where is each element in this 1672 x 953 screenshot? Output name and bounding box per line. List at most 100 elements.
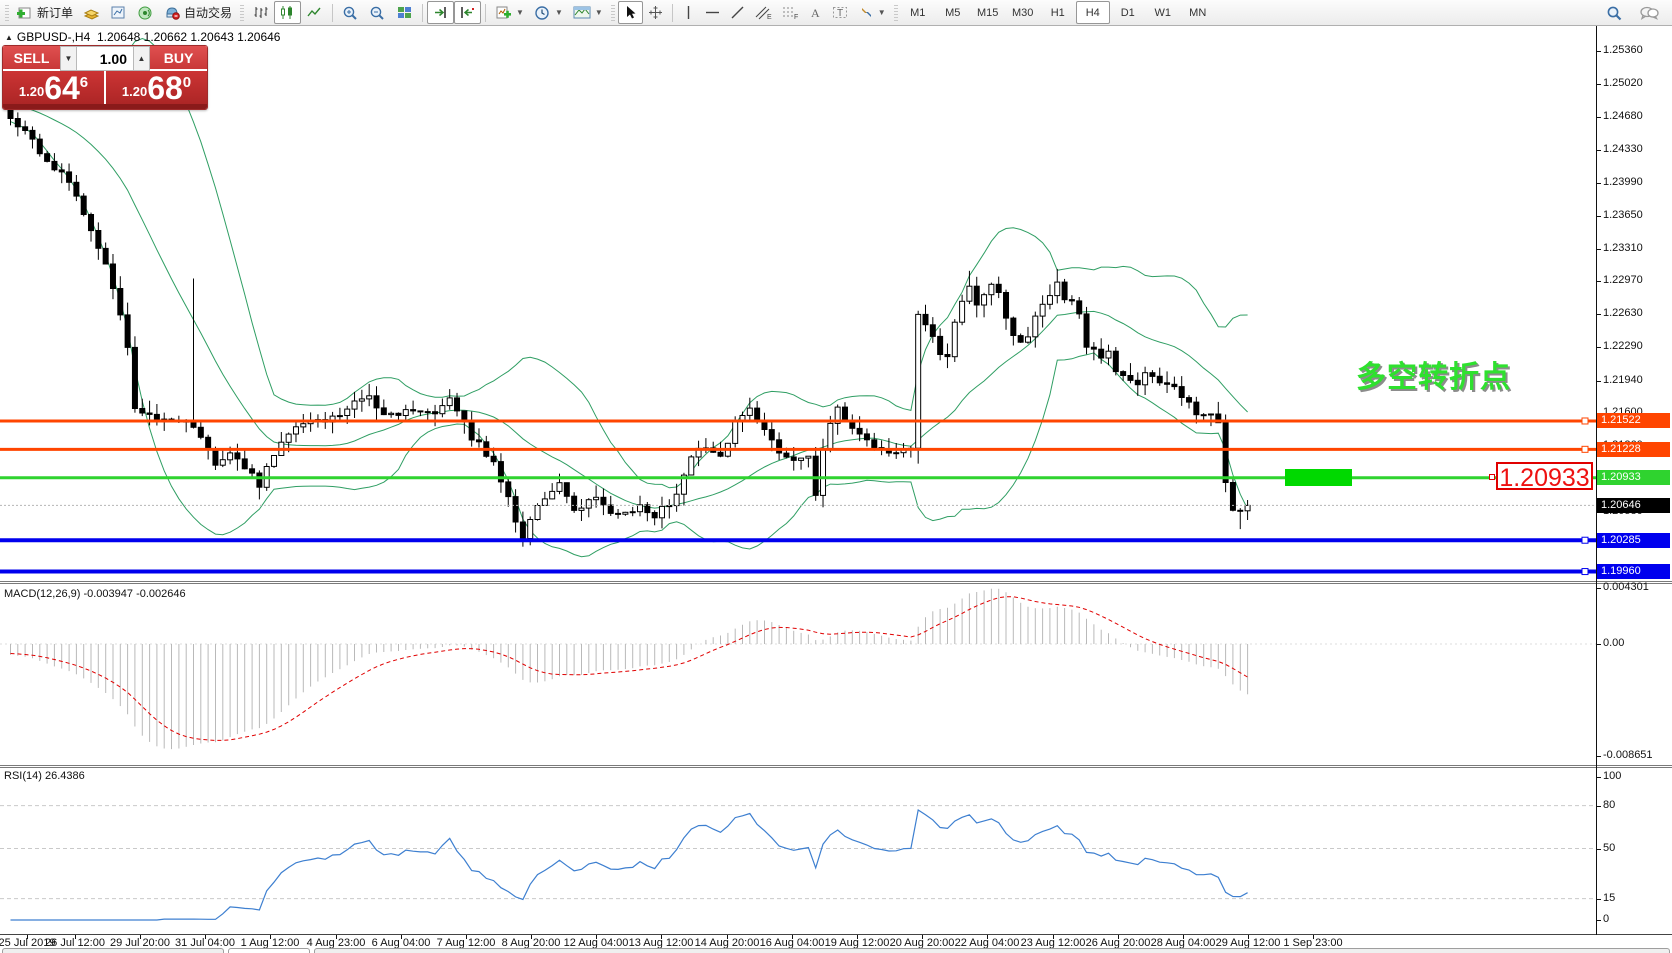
annotation-text[interactable]: 多空转折点 xyxy=(1356,352,1511,396)
rsi-tick xyxy=(1596,849,1601,850)
candle-body xyxy=(81,196,86,214)
main-chart-canvas[interactable] xyxy=(0,26,1596,582)
templates-button[interactable]: ▼ xyxy=(568,1,608,24)
date-tick xyxy=(1313,935,1314,939)
toolbar-grip xyxy=(5,5,9,21)
search-button[interactable] xyxy=(1601,1,1628,24)
timeframe-button-m1[interactable]: M1 xyxy=(901,1,935,24)
buy-price-display[interactable]: 1.20680 xyxy=(106,71,207,104)
chart-tab[interactable] xyxy=(314,948,1670,953)
chart-tab[interactable] xyxy=(2,948,224,953)
date-tick xyxy=(466,935,467,939)
sell-price-display[interactable]: 1.20646 xyxy=(3,71,104,104)
arrows-button[interactable]: ▼ xyxy=(854,1,891,24)
bar-chart-button[interactable] xyxy=(247,1,274,24)
sell-button[interactable]: SELL xyxy=(3,46,60,71)
chart-title: ▲GBPUSD-,H4 1.20648 1.20662 1.20643 1.20… xyxy=(5,30,280,44)
candle-body xyxy=(374,396,379,408)
zoom-out-button[interactable] xyxy=(364,1,391,24)
volume-increase-button[interactable]: ▲ xyxy=(133,46,150,71)
periods-button[interactable]: ▼ xyxy=(529,1,568,24)
candle-body xyxy=(747,408,752,415)
crosshair-button[interactable] xyxy=(643,1,668,24)
rsi-indicator-canvas[interactable] xyxy=(0,768,1596,935)
auto-trading-button[interactable]: 自动交易 xyxy=(159,1,237,24)
candle-body xyxy=(37,139,42,154)
panel-separator[interactable] xyxy=(0,581,1672,582)
vertical-line-icon xyxy=(682,5,695,20)
timeframe-button-m5[interactable]: M5 xyxy=(936,1,970,24)
candle-body xyxy=(286,434,291,442)
date-tick xyxy=(792,935,793,939)
timeframe-button-h1[interactable]: H1 xyxy=(1041,1,1075,24)
collapse-icon[interactable]: ▲ xyxy=(5,33,13,42)
candle-body xyxy=(528,520,533,539)
trendline-button[interactable] xyxy=(725,1,750,24)
new-order-button[interactable]: 新订单 xyxy=(12,1,78,24)
tile-windows-button[interactable] xyxy=(391,1,418,24)
zoom-in-button[interactable] xyxy=(337,1,364,24)
dropdown-arrow-icon: ▼ xyxy=(555,8,563,17)
candle-body xyxy=(813,456,818,495)
auto-scroll-button[interactable] xyxy=(427,1,454,24)
timeframe-button-m15[interactable]: M15 xyxy=(971,1,1005,24)
text-button[interactable]: A xyxy=(804,1,827,24)
date-tick xyxy=(857,935,858,939)
macd-indicator-canvas[interactable] xyxy=(0,584,1596,765)
cursor-button[interactable] xyxy=(618,1,643,24)
line-anchor[interactable] xyxy=(1582,418,1588,424)
timeframe-button-m30[interactable]: M30 xyxy=(1006,1,1040,24)
horizontal-line-button[interactable] xyxy=(700,1,725,24)
chart-shift-button[interactable] xyxy=(454,1,481,24)
timeframe-button-w1[interactable]: W1 xyxy=(1146,1,1180,24)
line-anchor[interactable] xyxy=(1582,569,1588,575)
candle-body xyxy=(535,506,540,520)
rsi-line xyxy=(11,810,1248,920)
candle-body xyxy=(381,408,386,415)
fibonacci-button[interactable]: F xyxy=(777,1,804,24)
timeframe-button-h4[interactable]: H4 xyxy=(1076,1,1110,24)
new-order-label: 新订单 xyxy=(37,4,73,21)
timeframe-group: M1M5M15M30H1H4D1W1MN xyxy=(901,1,1215,24)
candle-body xyxy=(1172,384,1177,386)
candle-body xyxy=(411,410,416,411)
line-anchor[interactable] xyxy=(1582,446,1588,452)
equidistant-channel-button[interactable]: E xyxy=(750,1,777,24)
candle-body xyxy=(1143,373,1148,385)
candle-body xyxy=(1011,318,1016,335)
toolbar-grip xyxy=(894,5,898,21)
buy-button[interactable]: BUY xyxy=(150,46,207,71)
candle-body xyxy=(67,172,72,182)
candle-body xyxy=(799,458,804,460)
text-label-button[interactable]: T xyxy=(827,1,854,24)
indicators-button[interactable]: ▼ xyxy=(490,1,529,24)
candle-body xyxy=(213,450,218,465)
volume-decrease-button[interactable]: ▼ xyxy=(60,46,77,71)
candle-body xyxy=(1150,373,1155,377)
chart-tab-active[interactable] xyxy=(228,948,310,953)
rsi-tick-label: 50 xyxy=(1603,842,1615,854)
signals-button[interactable] xyxy=(132,1,159,24)
candle-body xyxy=(842,407,847,421)
line-chart-button[interactable] xyxy=(301,1,328,24)
timeframe-button-mn[interactable]: MN xyxy=(1181,1,1215,24)
chat-button[interactable] xyxy=(1634,1,1664,24)
price-callout-box[interactable]: 1.20933 xyxy=(1496,462,1593,490)
highlight-rectangle[interactable] xyxy=(1285,469,1352,486)
candlestick-chart-button[interactable] xyxy=(274,1,301,24)
panel-separator[interactable] xyxy=(0,765,1672,766)
candle-body xyxy=(689,457,694,475)
volume-input[interactable]: 1.00 xyxy=(77,46,133,71)
candle-body xyxy=(1201,415,1206,416)
candle-body xyxy=(777,440,782,453)
timeframe-button-d1[interactable]: D1 xyxy=(1111,1,1145,24)
line-anchor[interactable] xyxy=(1582,537,1588,543)
price-tick xyxy=(1596,117,1601,118)
vertical-line-button[interactable] xyxy=(677,1,700,24)
market-book-button[interactable] xyxy=(78,1,105,24)
dropdown-arrow-icon: ▼ xyxy=(595,8,603,17)
data-window-button[interactable] xyxy=(105,1,132,24)
candle-body xyxy=(418,411,423,412)
candle-body xyxy=(894,453,899,454)
new-order-icon xyxy=(17,5,34,20)
